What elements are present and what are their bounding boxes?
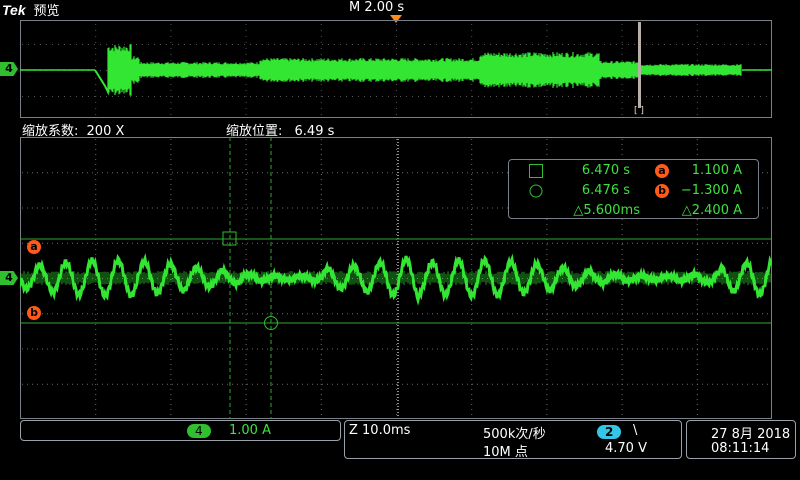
trigger-level: 4.70 V	[605, 441, 647, 456]
sample-rate: 500k次/秒	[483, 427, 546, 442]
overview-waveform	[20, 22, 772, 115]
cursor2-time: 6.476 s	[581, 183, 630, 198]
datetime-panel: 27 8月 2018 08:11:14	[686, 420, 796, 459]
channel-scale: 1.00 A	[229, 423, 271, 438]
cursor1-value: 1.100 A	[691, 163, 742, 178]
cursor1-time: 6.470 s	[581, 163, 630, 178]
cursor2-value: −1.300 A	[680, 183, 742, 198]
square-cursor-icon	[529, 164, 543, 178]
delta-value: △2.400 A	[681, 203, 742, 218]
cursor2-badge: b	[655, 184, 669, 198]
record-length: 10M 点	[483, 445, 528, 460]
acquisition-panel[interactable]: Z 10.0ms 500k次/秒 10M 点 2 \ 4.70 V	[344, 420, 682, 460]
zoom-window-indicator	[638, 22, 641, 108]
channel-badge: 4	[187, 424, 211, 438]
trigger-channel-badge: 2	[597, 425, 622, 439]
overview-trace	[20, 44, 772, 96]
delta-time: △5.600ms	[573, 203, 640, 218]
zoom-box-label: [ ]	[634, 106, 644, 116]
circle-cursor-icon	[529, 184, 543, 198]
clock-time: 08:11:14	[711, 441, 770, 456]
trigger-slope-icon: \	[633, 423, 638, 438]
channel-status-panel[interactable]: 4 1.00 A	[20, 420, 341, 441]
main-channel-marker[interactable]: 4	[0, 271, 18, 285]
date: 27 8月 2018	[711, 427, 791, 442]
cursor-a-badge[interactable]: a	[27, 240, 41, 254]
zoom-time: Z 10.0ms	[349, 423, 411, 438]
cursor-b-badge[interactable]: b	[27, 306, 41, 320]
cursor1-badge: a	[655, 164, 669, 178]
cursor-readout-panel: 6.470 s a 1.100 A 6.476 s b −1.300 A △5.…	[508, 159, 759, 219]
